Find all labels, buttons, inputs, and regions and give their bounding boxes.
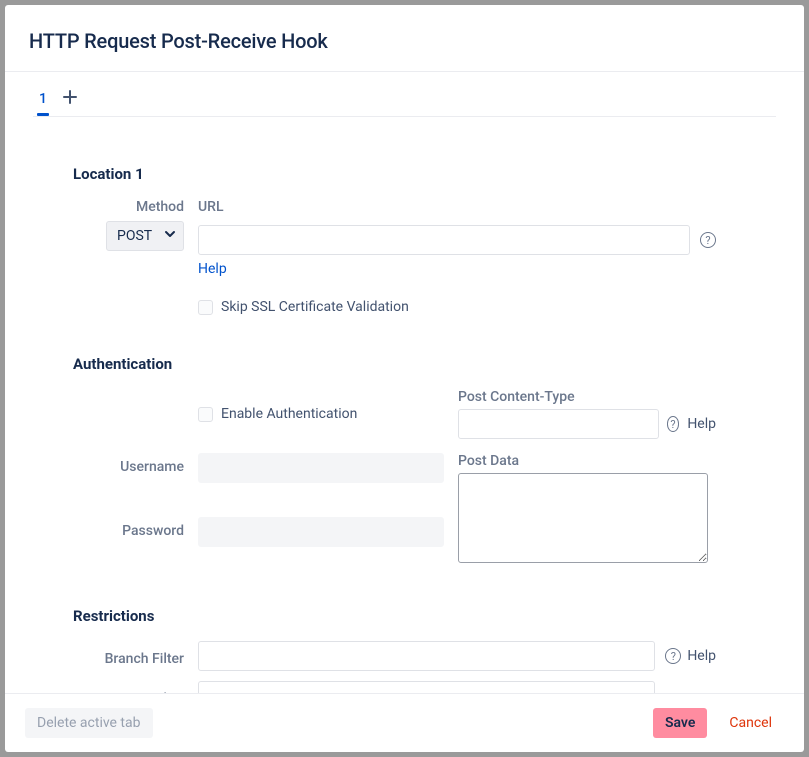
method-label: Method POST [33,199,198,251]
username-input[interactable] [198,453,444,483]
content-type-label: Post Content-Type [458,389,716,405]
help-icon[interactable]: ? [665,648,681,664]
password-label: Password [33,517,198,567]
post-data-textarea[interactable] [458,473,708,563]
plus-icon [63,90,77,104]
tag-filter-input[interactable] [198,681,655,693]
content-type-cell: Post Content-Type ? Help [458,389,716,439]
branch-filter-label: Branch Filter [33,645,198,667]
url-help-link[interactable]: Help [198,261,716,277]
modal-body: 1 Location 1 Method POST URL [5,72,804,693]
restrict-form: Branch Filter ? Help Tag Filter User Fil… [33,641,776,693]
modal-dialog: HTTP Request Post-Receive Hook 1 Locatio… [5,5,804,752]
save-button[interactable]: Save [653,708,707,738]
content-type-input[interactable] [458,409,659,439]
url-input[interactable] [198,225,690,255]
section-title-location: Location 1 [73,165,776,183]
section-title-auth: Authentication [73,355,776,373]
auth-form: Enable Authentication Post Content-Type … [33,389,776,567]
delete-tab-button[interactable]: Delete active tab [25,708,153,738]
tab-1[interactable]: 1 [37,91,49,115]
method-select[interactable]: POST [106,221,184,251]
branch-filter-help: ? Help [665,648,716,664]
post-data-cell: Post Data [458,453,716,567]
enable-auth-label: Enable Authentication [221,406,357,422]
url-label: URL [198,199,716,215]
modal-footer: Delete active tab Save Cancel [5,693,804,752]
skip-ssl-row: Skip SSL Certificate Validation [198,299,716,315]
tag-filter-label: Tag Filter [33,685,198,693]
content-type-help: Help [687,416,716,432]
branch-help-label: Help [687,648,716,664]
content-type-row: ? Help [458,409,716,439]
password-input[interactable] [198,517,444,547]
method-select-wrap: POST [106,221,184,251]
help-icon[interactable]: ? [667,416,680,432]
post-data-label: Post Data [458,453,716,469]
skip-ssl-label: Skip SSL Certificate Validation [221,299,409,315]
password-cell [198,517,458,567]
cancel-button[interactable]: Cancel [717,708,784,738]
help-icon[interactable]: ? [700,232,716,248]
url-row: ? [198,225,716,255]
skip-ssl-checkbox[interactable] [198,300,213,315]
footer-actions: Save Cancel [653,708,784,738]
add-tab-button[interactable] [63,90,77,116]
enable-auth-checkbox[interactable] [198,407,213,422]
username-cell [198,453,458,503]
section-title-restrict: Restrictions [73,607,776,625]
location-form: Method POST URL ? Help [33,199,776,315]
modal-header: HTTP Request Post-Receive Hook [5,5,804,72]
url-field-cell: URL ? Help Skip SSL Certificate Validati… [198,199,716,315]
modal-title: HTTP Request Post-Receive Hook [29,29,780,53]
tabs-bar: 1 [33,90,776,117]
method-label-text: Method [33,199,184,215]
enable-auth-row: Enable Authentication [198,389,458,439]
username-label: Username [33,453,198,503]
branch-filter-input[interactable] [198,641,655,671]
